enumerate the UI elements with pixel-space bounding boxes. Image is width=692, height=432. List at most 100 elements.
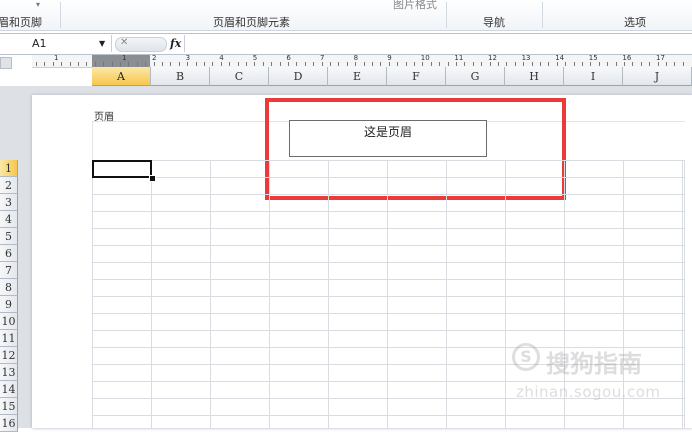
ruler-tick (78, 62, 79, 66)
ruler-tick (195, 62, 197, 66)
row-header-6[interactable]: 6 (0, 245, 18, 262)
column-header-f[interactable]: F (387, 67, 446, 86)
ruler-tick (178, 62, 180, 66)
column-header-h[interactable]: H (505, 67, 564, 86)
row-header-9[interactable]: 9 (0, 296, 18, 313)
column-header-d[interactable]: D (269, 67, 328, 86)
ruler-tick (666, 62, 667, 66)
ruler-tick (514, 62, 516, 66)
ruler-tick (86, 62, 88, 66)
row-header-2[interactable]: 2 (0, 177, 18, 194)
ruler-number: 5 (252, 54, 258, 62)
ruler-tick (590, 62, 592, 66)
ruler-number: 11 (454, 54, 464, 62)
column-header-i[interactable]: I (564, 67, 623, 86)
ruler-tick (682, 62, 684, 66)
row-header-8[interactable]: 8 (0, 279, 18, 296)
ruler-tick (111, 62, 113, 66)
ruler-tick (36, 62, 37, 66)
column-header-e[interactable]: E (328, 67, 387, 86)
column-header-c[interactable]: C (210, 67, 269, 86)
ruler-tick (304, 62, 306, 66)
ruler-tick (632, 62, 634, 66)
ruler-tick (237, 62, 239, 66)
row-header-12[interactable]: 12 (0, 347, 18, 364)
ruler-number: 12 (488, 54, 497, 62)
ruler-tick (464, 62, 466, 66)
ruler-tick (573, 62, 575, 66)
ribbon-group-header-footer-elements: 页眉和页脚元素 (213, 16, 290, 29)
ruler-tick (212, 62, 214, 66)
ruler-tick (128, 62, 130, 66)
ruler-tick (204, 62, 205, 66)
ruler-tick (44, 62, 46, 66)
ruler-number: 1 (122, 54, 127, 62)
row-header-1[interactable]: 1 (0, 160, 18, 177)
fill-handle[interactable] (149, 175, 156, 182)
row-header-7[interactable]: 7 (0, 262, 18, 279)
row-header-16[interactable]: 16 (0, 415, 18, 432)
ruler-number: 10 (420, 54, 430, 62)
ribbon-group-options: 选项 (624, 16, 646, 29)
ruler-tick (380, 62, 382, 66)
ruler-tick (489, 62, 491, 66)
row-header-10[interactable]: 10 (0, 313, 18, 330)
formula-input[interactable] (184, 35, 691, 52)
ruler-tick (640, 62, 642, 66)
column-header-j[interactable]: J (623, 67, 692, 86)
ruler-tick (52, 62, 54, 66)
ruler-number: 4 (219, 54, 224, 62)
row-header-4[interactable]: 4 (0, 211, 18, 228)
ruler-corner (0, 57, 12, 69)
ruler-tick (330, 62, 331, 66)
ribbon-group-header-footer: 眉和页脚 (0, 16, 42, 29)
ruler-tick (649, 62, 651, 66)
ribbon-dropdown-arrow[interactable]: ▾ (36, 0, 40, 9)
column-header-a[interactable]: A (92, 67, 151, 86)
ruler-tick (531, 62, 533, 66)
active-cell-a1[interactable] (92, 160, 152, 178)
row-header-3[interactable]: 3 (0, 194, 18, 211)
ruler-tick (61, 62, 63, 66)
watermark-url: zhinan.sogou.com (516, 383, 661, 401)
ruler-tick (145, 62, 147, 66)
ruler-tick (162, 62, 163, 66)
name-box-dropdown-icon[interactable]: ▼ (99, 35, 105, 52)
ribbon-group-navigation: 导航 (483, 16, 505, 29)
cancel-icon[interactable]: ✕ (120, 34, 128, 51)
row-header-14[interactable]: 14 (0, 381, 18, 398)
name-box[interactable]: A1 (0, 35, 112, 52)
ruler-tick (94, 62, 96, 66)
ruler-number: 2 (152, 54, 157, 62)
column-header-b[interactable]: B (151, 67, 210, 86)
ruler-tick (422, 62, 424, 66)
ribbon-group-labels: ▾ 图片格式 眉和页脚 页眉和页脚元素 导航 选项 (0, 0, 692, 31)
insert-function-icon[interactable]: fx (170, 35, 181, 52)
ruler-tick (229, 62, 231, 66)
ruler-tick (523, 62, 525, 66)
ribbon-picture-format-label: 图片格式 (393, 0, 437, 11)
ruler-tick (556, 62, 558, 66)
ruler-tick (153, 62, 155, 66)
ruler-tick (321, 62, 323, 66)
ruler-tick (338, 62, 340, 66)
ruler-tick (472, 62, 474, 66)
ribbon-separator (542, 2, 543, 28)
row-header-11[interactable]: 11 (0, 330, 18, 347)
ruler-number: 16 (622, 54, 632, 62)
row-header-5[interactable]: 5 (0, 228, 18, 245)
ruler-number: 13 (521, 54, 531, 62)
ruler-number: 15 (588, 54, 598, 62)
ruler-tick (271, 62, 273, 66)
column-header-g[interactable]: G (446, 67, 505, 86)
row-header-15[interactable]: 15 (0, 398, 18, 415)
ruler-tick (405, 62, 407, 66)
ruler-number: 9 (387, 54, 392, 62)
row-header-13[interactable]: 13 (0, 364, 18, 381)
ruler-tick (279, 62, 281, 66)
ruler-tick (103, 62, 105, 66)
ruler-tick (170, 62, 172, 66)
ruler-number: 8 (353, 54, 359, 62)
ruler-tick (246, 62, 247, 66)
ruler-tick (397, 62, 399, 66)
